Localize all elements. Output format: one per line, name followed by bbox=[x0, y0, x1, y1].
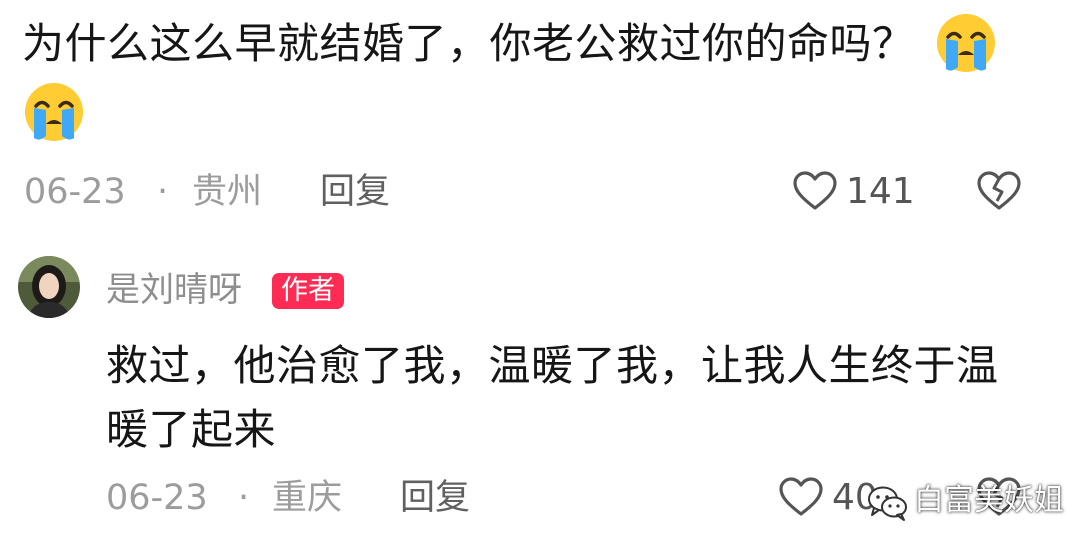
reply-button[interactable]: 回复 bbox=[320, 172, 390, 212]
avatar[interactable] bbox=[18, 256, 80, 318]
comment-text: 为什么这么早就结婚了，你老公救过你的命吗？ bbox=[22, 19, 915, 68]
user-avatar-photo bbox=[18, 256, 80, 318]
comment-location: 贵州 bbox=[192, 172, 263, 212]
reply-location: 重庆 bbox=[272, 478, 343, 518]
reply-text-line1: 救过，他治愈了我，温暖了我，让我人生终于温 bbox=[106, 341, 999, 390]
like-count: 141 bbox=[846, 171, 915, 212]
reply-text-line2: 暖了起来 bbox=[106, 405, 277, 454]
comment-text-block: 为什么这么早就结婚了，你老公救过你的命吗？ bbox=[22, 12, 1032, 76]
loudly-crying-face-icon bbox=[25, 83, 83, 141]
loudly-crying-face-icon bbox=[937, 13, 996, 72]
author-badge: 作者 bbox=[272, 273, 344, 309]
comment-date: 06-23 bbox=[24, 172, 126, 212]
heart-outline-icon[interactable] bbox=[778, 476, 824, 518]
reply-button[interactable]: 回复 bbox=[400, 478, 470, 518]
reply-date: 06-23 bbox=[106, 478, 208, 518]
heart-outline-icon[interactable] bbox=[792, 170, 838, 212]
reply-username[interactable]: 是刘晴呀 bbox=[106, 270, 242, 310]
meta-separator: · bbox=[238, 478, 250, 518]
watermark-text: 白富美妖姐 bbox=[914, 483, 1064, 518]
meta-separator: · bbox=[157, 172, 169, 212]
broken-heart-icon[interactable] bbox=[976, 170, 1022, 212]
wechat-icon bbox=[868, 486, 907, 521]
